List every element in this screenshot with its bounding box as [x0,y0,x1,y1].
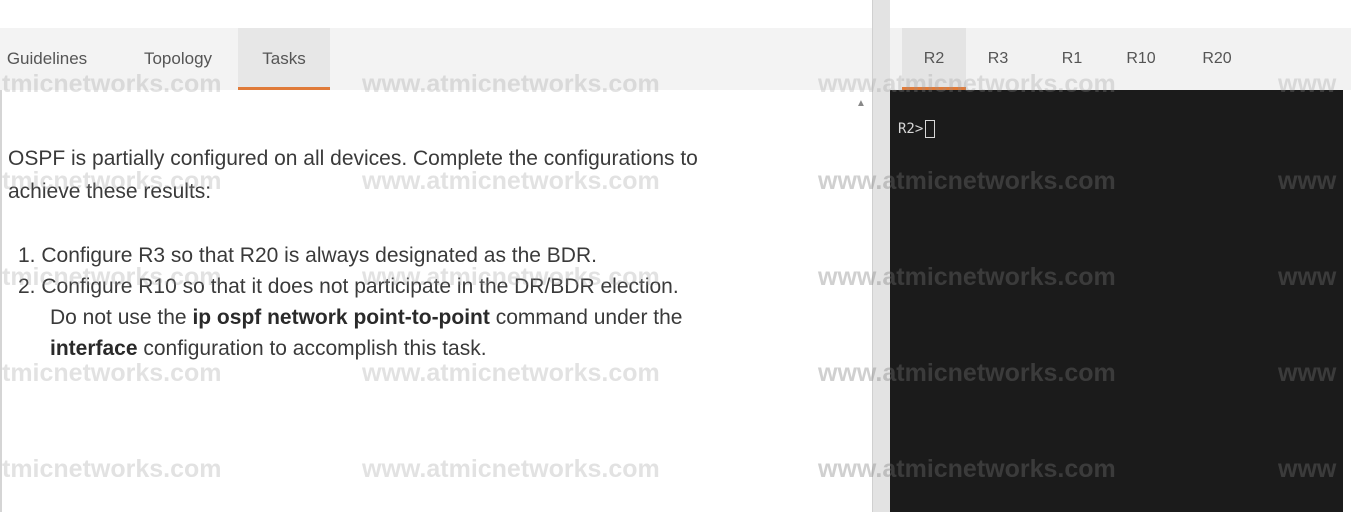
task-item-1: 1. Configure R3 so that R20 is always de… [18,244,597,267]
instructions-panel: Guidelines Topology Tasks OSPF is partia… [0,0,872,512]
tasks-content: OSPF is partially configured on all devi… [0,90,862,512]
tab-device-r20[interactable]: R20 [1190,28,1244,90]
task-intro: OSPF is partially configured on all devi… [8,142,828,208]
intro-line-2: achieve these results: [8,180,212,203]
task-item-2: 2. Configure R10 so that it does not par… [18,275,679,298]
terminal-prompt: R2> [898,120,936,138]
tab-device-r1[interactable]: R1 [1050,28,1094,90]
tab-tasks[interactable]: Tasks [238,28,330,90]
console-panel: R2 R3 R1 R10 R20 R2> [890,0,1351,512]
tab-guidelines[interactable]: Guidelines [0,28,106,90]
scroll-up-icon[interactable]: ▲ [856,98,866,109]
task-item-2-detail-2: interface configuration to accomplish th… [18,333,838,364]
prompt-text: R2> [898,121,924,137]
task-item-2-detail-1: Do not use the ip ospf network point-to-… [18,302,838,333]
task-list: 1. Configure R3 so that R20 is always de… [18,240,838,364]
command-emphasis: ip ospf network point-to-point [192,306,490,329]
device-tab-bar: R2 R3 R1 R10 R20 [890,28,1351,90]
tab-device-r3[interactable]: R3 [976,28,1020,90]
app-window: Guidelines Topology Tasks OSPF is partia… [0,0,1351,512]
text-span: Do not use the [50,306,193,329]
intro-line-1: OSPF is partially configured on all devi… [8,147,698,170]
panel-splitter[interactable] [872,0,892,512]
instructions-tab-bar: Guidelines Topology Tasks [0,28,872,90]
command-emphasis: interface [50,337,138,360]
tab-device-r10[interactable]: R10 [1114,28,1168,90]
tab-topology[interactable]: Topology [130,28,226,90]
text-span: configuration to accomplish this task. [137,337,487,360]
text-span: command under the [489,306,683,329]
text-cursor [925,120,936,138]
terminal-console[interactable]: R2> [890,90,1343,512]
tab-device-r2[interactable]: R2 [902,28,966,90]
